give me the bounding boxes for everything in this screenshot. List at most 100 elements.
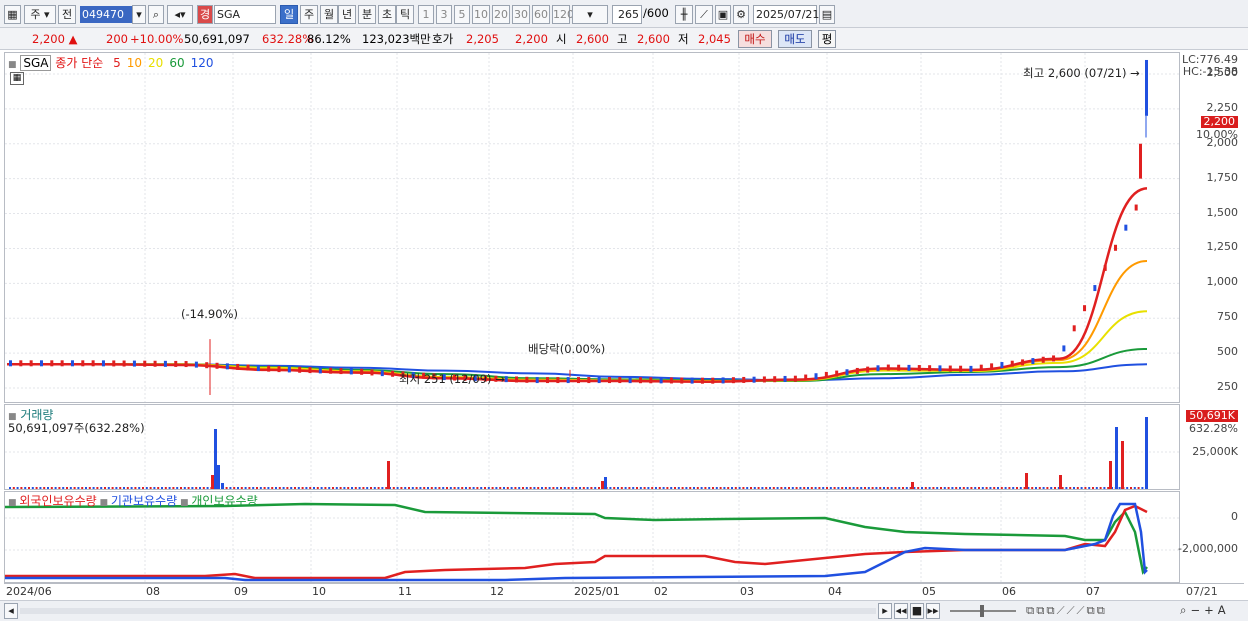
candle-12 — [132, 360, 136, 367]
stock-name-field[interactable]: SGA — [214, 5, 276, 24]
save-icon[interactable]: ▣ — [715, 5, 731, 24]
candle-85 — [886, 364, 890, 371]
candle-74 — [773, 376, 777, 383]
period-type-select[interactable]: 주 ▾ — [24, 5, 56, 24]
candle-13 — [143, 360, 147, 367]
volume-bar-bg-198 — [761, 487, 764, 489]
volume-bar-bg-218 — [837, 487, 840, 489]
stock-code-input[interactable]: 049470 — [80, 6, 132, 23]
volume-bar-bg-270 — [1035, 487, 1037, 489]
volume-bar-bg-294 — [1126, 487, 1129, 489]
tab-3[interactable]: 년 — [338, 5, 356, 24]
candle-75 — [783, 375, 787, 382]
play-icon[interactable]: ▸ — [878, 603, 892, 619]
candle-91 — [948, 365, 952, 372]
volume-bar-bg-164 — [632, 487, 635, 489]
volume-bar-bg-128 — [495, 487, 498, 489]
interval-custom-select[interactable]: ▾ — [572, 5, 608, 24]
volume-bar-bg-47 — [187, 487, 190, 489]
candle-icon[interactable]: ╫ — [675, 5, 693, 24]
candle-81 — [845, 369, 849, 376]
chart-type-icon[interactable]: ▦ — [4, 5, 21, 24]
rewind-icon[interactable]: ◂◂ — [894, 603, 908, 619]
price-chart-panel[interactable]: ■ SGA 종가 단순 5 10 20 60 120 ▦ 최고 2,600 (07/21… — [4, 52, 1180, 403]
interval-6[interactable]: 60 — [532, 5, 550, 24]
volume-bar-bg-210 — [807, 487, 809, 489]
forward-icon[interactable]: ▸▸ — [926, 603, 940, 619]
volume-bar-bg-284 — [1088, 487, 1091, 489]
volume-bar-bg-31 — [126, 487, 129, 489]
volume-bar-bg-204 — [784, 487, 787, 489]
tab-0[interactable]: 일 — [280, 5, 298, 24]
interval-3[interactable]: 10 — [472, 5, 490, 24]
volume-bar-bg-63 — [248, 487, 251, 489]
high-label: 고 — [617, 32, 628, 46]
interval-1[interactable]: 3 — [436, 5, 452, 24]
calendar-icon[interactable]: ▤ — [819, 5, 835, 24]
avg-button[interactable]: 평 — [818, 30, 836, 48]
scroll-left-icon[interactable]: ◂ — [4, 603, 18, 619]
sell-button[interactable]: 매도 — [778, 30, 812, 48]
draw-icon[interactable]: ⟋ — [695, 5, 713, 24]
volume-bar-2 — [217, 465, 220, 489]
volume-bar-bg-183 — [704, 487, 707, 489]
code-dropdown-icon[interactable]: ▾ — [132, 5, 146, 24]
volume-bar-bg-151 — [582, 487, 585, 489]
volume-bar-bg-196 — [753, 487, 756, 489]
scrollbar-track[interactable] — [20, 608, 876, 614]
candle-86 — [897, 364, 901, 371]
y-tick-label-8: 2,250 — [1206, 100, 1239, 114]
volume-bar-bg-135 — [522, 487, 524, 489]
y-tick-label-6: 1,750 — [1206, 170, 1239, 184]
tab-4[interactable]: 분 — [358, 5, 376, 24]
volume-bar-bg-13 — [58, 487, 61, 489]
volume-bar-bg-127 — [491, 487, 494, 489]
volume-bar-bg-119 — [461, 487, 464, 489]
tab-2[interactable]: 월 — [320, 5, 338, 24]
grid-toggle-icon[interactable]: ▦ — [10, 72, 24, 85]
search-icon[interactable]: ⌕ — [148, 5, 164, 24]
interval-4[interactable]: 20 — [492, 5, 510, 24]
buy-button[interactable]: 매수 — [738, 30, 772, 48]
volume-bar-bg-248 — [951, 487, 954, 489]
chart-tools-icon[interactable]: ⧉⧉⧉⟋⟋⟋⧉⧉ — [1026, 602, 1107, 619]
interval-7[interactable]: 120 — [552, 5, 574, 24]
speaker-icon[interactable]: ◂▾ — [167, 5, 193, 24]
count-input[interactable]: 265 — [612, 5, 642, 24]
tab-1[interactable]: 주 — [300, 5, 318, 24]
zoom-controls-icon[interactable]: ⌕−+A — [1180, 602, 1230, 619]
volume-bar-bg-141 — [544, 487, 547, 489]
volume-panel[interactable]: ■ 거래량 50,691,097주(632.28%) — [4, 404, 1180, 490]
volume-bar-bg-262 — [1004, 487, 1007, 489]
tab-5[interactable]: 초 — [378, 5, 396, 24]
interval-2[interactable]: 5 — [454, 5, 470, 24]
holding-panel[interactable]: ■ 외국인보유수량 ■ 기관보유수량 ■ 개인보유수량 — [4, 491, 1180, 583]
volume-bar-bg-66 — [259, 487, 262, 489]
y-tick-label-5: 1,500 — [1206, 205, 1239, 219]
stop-icon[interactable]: ■ — [910, 603, 924, 619]
volume-bar-bg-90 — [351, 487, 353, 489]
volume-bar-bg-221 — [848, 487, 851, 489]
volume-bar-bg-116 — [449, 487, 452, 489]
candle-70 — [731, 377, 735, 384]
x-label-3: 10 — [312, 585, 326, 598]
price-legend: ■ SGA 종가 단순 5 10 20 60 120 — [8, 55, 214, 71]
prev-button[interactable]: 전 — [58, 5, 76, 24]
gear-icon[interactable]: ⚙ — [733, 5, 749, 24]
zoom-slider-handle[interactable] — [980, 605, 984, 617]
volume-bar-bg-161 — [620, 487, 623, 489]
y-tick-label-4: 1,250 — [1206, 240, 1239, 254]
volume-bar-bg-103 — [400, 487, 403, 489]
date-input[interactable]: 2025/07/21 — [753, 5, 819, 24]
interval-0[interactable]: 1 — [418, 5, 434, 24]
volume-bar-bg-189 — [727, 487, 730, 489]
exchange-badge: 경 — [197, 5, 213, 24]
candle-101 — [1052, 355, 1056, 362]
volume-bar-bg-280 — [1073, 487, 1075, 489]
volume-bar-bg-233 — [894, 487, 897, 489]
tab-6[interactable]: 틱 — [396, 5, 414, 24]
interval-5[interactable]: 30 — [512, 5, 530, 24]
volume-bar-bg-109 — [423, 487, 426, 489]
candle-93 — [969, 365, 973, 372]
volume-bar-bg-84 — [328, 487, 331, 489]
